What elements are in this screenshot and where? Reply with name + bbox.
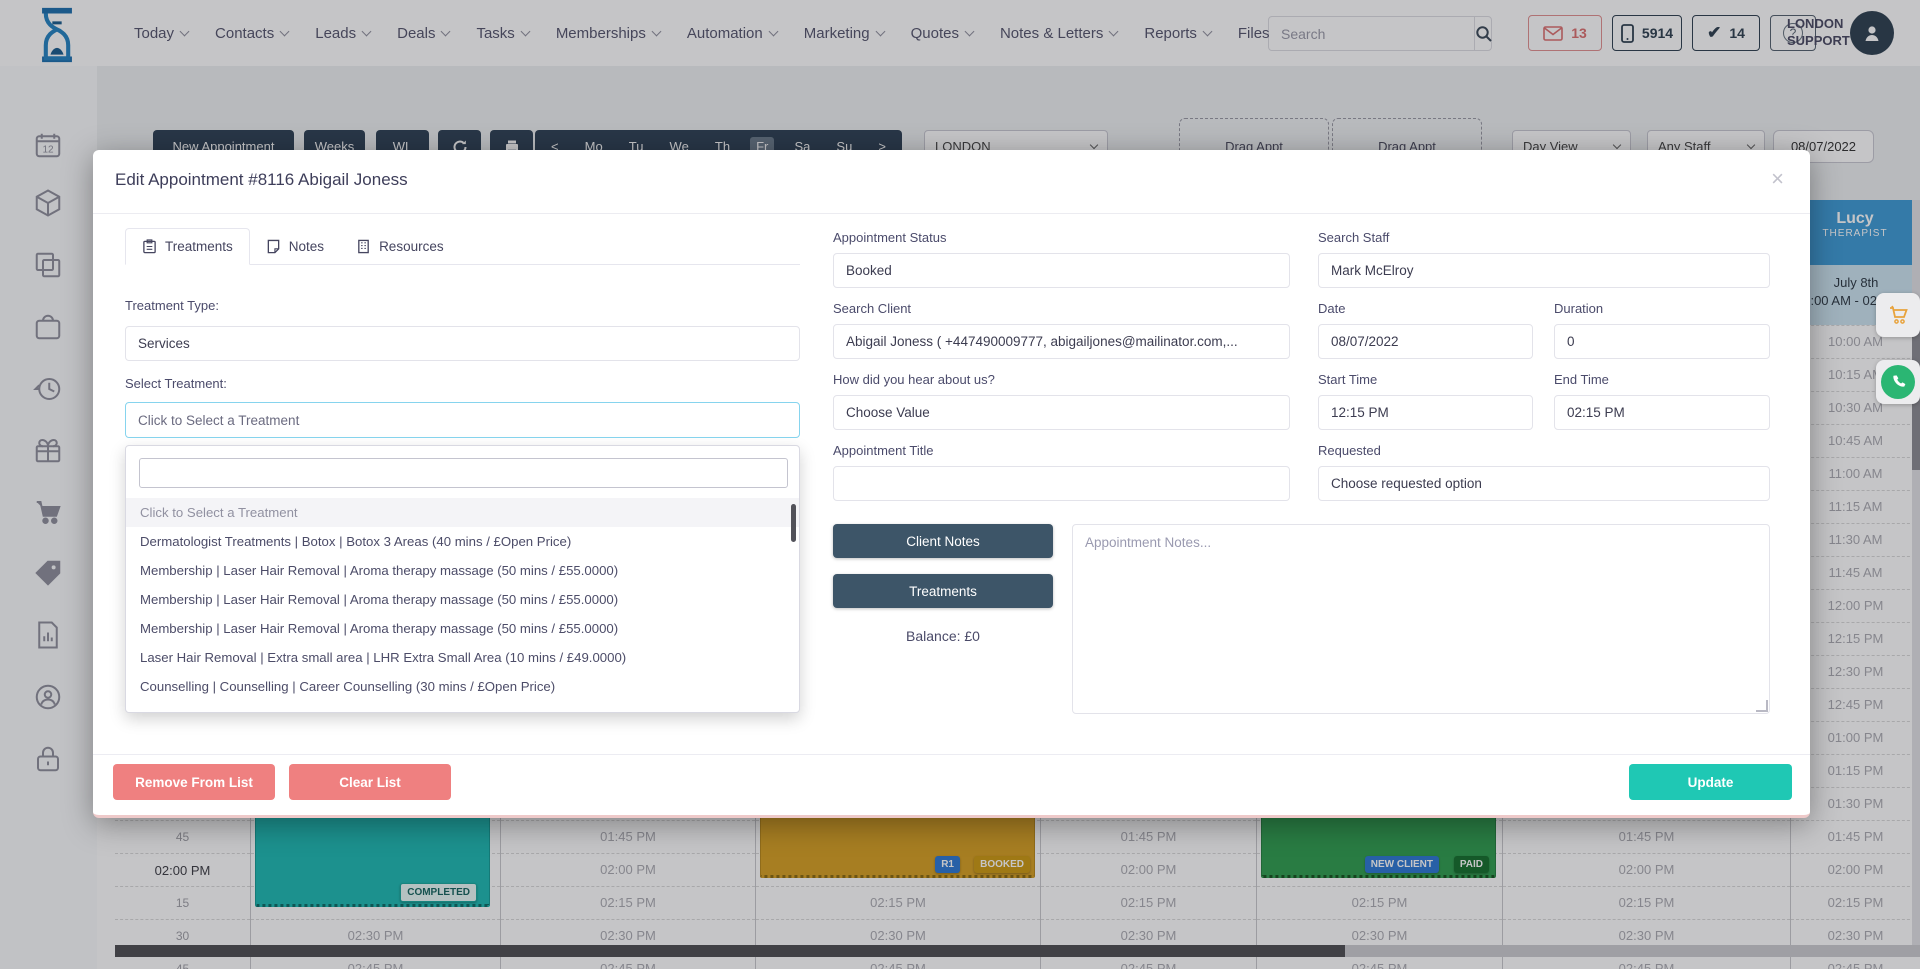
- building-icon: [356, 239, 371, 254]
- start-time-label: Start Time: [1318, 372, 1377, 387]
- tab-treatments[interactable]: Treatments: [125, 228, 250, 265]
- treatment-dropdown: Click to Select a TreatmentDermatologist…: [125, 445, 800, 713]
- search-client-label: Search Client: [833, 301, 911, 316]
- remove-from-list-button[interactable]: Remove From List: [113, 764, 275, 800]
- phone-call-icon: [1881, 365, 1915, 399]
- dropdown-option[interactable]: Membership | Laser Hair Removal | Aroma …: [126, 585, 799, 614]
- how-hear-label: How did you hear about us?: [833, 372, 995, 387]
- start-time-field[interactable]: [1318, 395, 1533, 430]
- dropdown-option[interactable]: Dermatologist Treatments | Botox | Botox…: [126, 527, 799, 556]
- how-hear-select[interactable]: [833, 395, 1290, 430]
- dropdown-option[interactable]: Laser Hair Removal | Extra small area | …: [126, 643, 799, 672]
- phone-fab-button[interactable]: [1876, 360, 1920, 404]
- tab-resources[interactable]: Resources: [340, 228, 460, 264]
- dropdown-option[interactable]: Membership | Laser Hair Removal | Aroma …: [126, 614, 799, 643]
- client-notes-button[interactable]: Client Notes: [833, 524, 1053, 558]
- dropdown-scrollbar-thumb[interactable]: [791, 504, 796, 542]
- app-screen: Today Contacts Leads Deals Tasks Members…: [0, 0, 1920, 969]
- cart-fab-button[interactable]: [1876, 293, 1920, 337]
- treatment-type-label: Treatment Type:: [125, 298, 219, 313]
- dropdown-option[interactable]: Counselling | Counselling | Career Couns…: [126, 672, 799, 701]
- appointment-notes-textarea[interactable]: [1072, 524, 1770, 714]
- clipboard-icon: [142, 239, 157, 254]
- dropdown-option[interactable]: Membership | Laser Hair Removal | Aroma …: [126, 556, 799, 585]
- end-time-field[interactable]: [1554, 395, 1770, 430]
- appointment-title-label: Appointment Title: [833, 443, 933, 458]
- modal-title: Edit Appointment #8116 Abigail Joness: [115, 170, 408, 190]
- dropdown-option[interactable]: Click to Select a Treatment: [126, 498, 799, 527]
- tab-notes[interactable]: Notes: [250, 228, 340, 264]
- note-icon: [266, 239, 281, 254]
- requested-label: Requested: [1318, 443, 1381, 458]
- duration-label: Duration: [1554, 301, 1603, 316]
- dropdown-options-list: Click to Select a TreatmentDermatologist…: [126, 498, 799, 701]
- modal-tabbar: Treatments Notes Resources: [125, 228, 800, 265]
- close-icon[interactable]: ×: [1771, 166, 1784, 192]
- appointment-status-select[interactable]: [833, 253, 1290, 288]
- edit-appointment-modal: Edit Appointment #8116 Abigail Joness × …: [93, 150, 1810, 818]
- date-field[interactable]: [1318, 324, 1533, 359]
- end-time-label: End Time: [1554, 372, 1609, 387]
- requested-select[interactable]: [1318, 466, 1770, 501]
- treatments-button[interactable]: Treatments: [833, 574, 1053, 608]
- divider: [93, 213, 1810, 214]
- treatment-type-select[interactable]: [125, 326, 800, 361]
- date-label: Date: [1318, 301, 1345, 316]
- divider: [93, 754, 1810, 755]
- shopping-cart-icon: [1886, 303, 1910, 327]
- clear-list-button[interactable]: Clear List: [289, 764, 451, 800]
- appointment-status-label: Appointment Status: [833, 230, 946, 245]
- appointment-title-field[interactable]: [833, 466, 1290, 501]
- select-treatment-label: Select Treatment:: [125, 376, 227, 391]
- update-button[interactable]: Update: [1629, 764, 1792, 800]
- balance-text: Balance: £0: [833, 628, 1053, 644]
- search-staff-field[interactable]: [1318, 253, 1770, 288]
- dropdown-search-input[interactable]: [139, 458, 788, 488]
- search-client-field[interactable]: [833, 324, 1290, 359]
- select-treatment-field[interactable]: [125, 402, 800, 438]
- search-staff-label: Search Staff: [1318, 230, 1389, 245]
- duration-field[interactable]: [1554, 324, 1770, 359]
